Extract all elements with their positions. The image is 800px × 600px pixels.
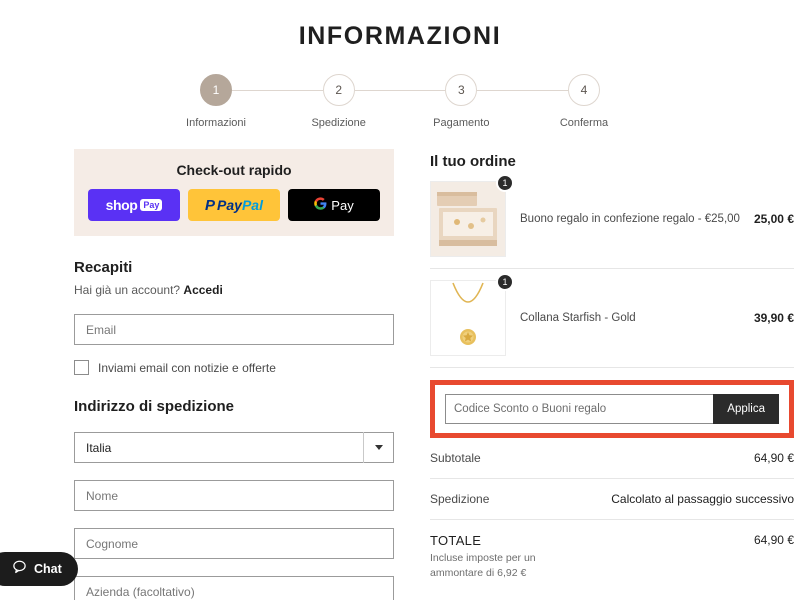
express-payment-buttons: shop Pay P Pay Pal Pay	[88, 189, 380, 221]
google-logo-icon	[314, 197, 327, 213]
stepper-labels: Informazioni Spedizione Pagamento Confer…	[186, 117, 608, 129]
paypal-pay-text: Pay	[217, 197, 242, 213]
caret-shape	[375, 445, 383, 450]
login-link[interactable]: Accedi	[183, 283, 222, 297]
subtotal-value: 64,90 €	[753, 451, 794, 465]
grand-total-value: 64,90 €	[753, 533, 794, 547]
step-label-informazioni: Informazioni	[186, 117, 246, 129]
order-line-item: 1 Collana Starfish - Gold 39,90 €	[430, 269, 794, 368]
paypal-button[interactable]: P Pay Pal	[188, 189, 280, 221]
necklace-photo	[430, 280, 506, 356]
subtotal-row: Subtotale 64,90 €	[430, 438, 794, 479]
order-item-name: Collana Starfish - Gold	[520, 311, 636, 324]
paypal-pal-text: Pal	[241, 197, 263, 213]
chevron-down-icon[interactable]	[363, 432, 394, 463]
first-name-input[interactable]	[74, 480, 394, 511]
discount-highlight-box: Applica	[430, 380, 794, 438]
shop-pay-button[interactable]: shop Pay	[88, 189, 180, 221]
quick-checkout-panel: Check-out rapido shop Pay P Pay Pal Pay	[74, 149, 394, 236]
newsletter-label: Inviami email con notizie e offerte	[98, 360, 276, 375]
shipping-value: Calcolato al passaggio successivo	[611, 492, 794, 506]
step-line-3-4	[477, 89, 569, 91]
company-input[interactable]	[74, 576, 394, 600]
google-pay-button[interactable]: Pay	[288, 189, 380, 221]
step-label-conferma: Conferma	[559, 117, 609, 129]
stepper-track: 1 2 3 4	[200, 73, 601, 107]
checkout-stepper: 1 2 3 4 Informazioni Spedizione Pagament…	[186, 73, 608, 139]
chat-widget-button[interactable]: Chat	[0, 552, 78, 586]
discount-row: Applica	[445, 394, 779, 424]
newsletter-checkbox-row[interactable]: Inviami email con notizie e offerte	[74, 360, 394, 375]
checkout-form-column: Check-out rapido shop Pay P Pay Pal Pay …	[0, 149, 420, 600]
step-circle-3[interactable]: 3	[445, 74, 478, 106]
step-circle-1[interactable]: 1	[200, 74, 232, 106]
order-item-thumb-wrap: 1	[430, 174, 514, 257]
newsletter-checkbox[interactable]	[74, 360, 89, 375]
subtotal-label: Subtotale	[430, 451, 481, 465]
account-prompt: Hai già un account? Accedi	[74, 283, 394, 297]
country-select-wrapper[interactable]: Italia	[74, 432, 394, 463]
checkout-page: INFORMAZIONI 1 2 3 4 Informazioni Spediz…	[0, 0, 800, 600]
shipping-label: Spedizione	[430, 492, 490, 506]
shop-pay-chip: Pay	[140, 199, 163, 211]
gift-box-photo	[430, 181, 506, 257]
order-summary-column: Il tuo ordine 1 Buono regalo in confezio…	[420, 149, 800, 600]
step-label-pagamento: Pagamento	[433, 117, 490, 129]
order-item-price: 25,00 €	[753, 212, 794, 226]
checkout-columns: Check-out rapido shop Pay P Pay Pal Pay …	[0, 149, 800, 600]
item-quantity-badge: 1	[496, 273, 514, 291]
grand-total-row: TOTALE Incluse imposte per un ammontare …	[430, 520, 794, 593]
grand-total-note: Incluse imposte per un ammontare di 6,92…	[430, 552, 536, 579]
account-prompt-text: Hai già un account?	[74, 283, 181, 297]
step-label-spedizione: Spedizione	[311, 117, 366, 129]
google-pay-text: Pay	[331, 197, 354, 213]
order-item-thumb-wrap: 1	[430, 273, 514, 356]
shipping-row: Spedizione Calcolato al passaggio succes…	[430, 479, 794, 520]
chat-widget-label: Chat	[34, 562, 62, 576]
contacts-heading: Recapiti	[74, 259, 133, 276]
country-select[interactable]: Italia	[74, 432, 394, 463]
email-input[interactable]	[74, 314, 394, 345]
quick-checkout-title: Check-out rapido	[176, 162, 292, 178]
order-line-item: 1 Buono regalo in confezione regalo - €2…	[430, 170, 794, 269]
last-name-input[interactable]	[74, 528, 394, 559]
shop-pay-wordmark: shop	[105, 197, 138, 213]
speech-bubble-icon	[12, 559, 27, 579]
order-item-name: Buono regalo in confezione regalo - €25,…	[520, 212, 740, 225]
order-item-price: 39,90 €	[753, 311, 794, 325]
step-circle-2[interactable]: 2	[322, 74, 355, 106]
page-title: INFORMAZIONI	[298, 22, 502, 50]
order-summary-title: Il tuo ordine	[430, 153, 516, 170]
shipping-heading: Indirizzo di spedizione	[74, 398, 235, 415]
step-circle-4[interactable]: 4	[568, 74, 601, 106]
grand-total-labels: TOTALE Incluse imposte per un ammontare …	[430, 533, 580, 580]
paypal-logo-icon: P	[205, 196, 216, 214]
step-line-1-2	[232, 89, 323, 91]
item-quantity-badge: 1	[496, 174, 514, 192]
discount-code-input[interactable]	[445, 394, 714, 424]
step-line-2-3	[354, 89, 446, 91]
grand-total-label: TOTALE	[430, 533, 482, 548]
apply-discount-button[interactable]: Applica	[713, 394, 779, 424]
